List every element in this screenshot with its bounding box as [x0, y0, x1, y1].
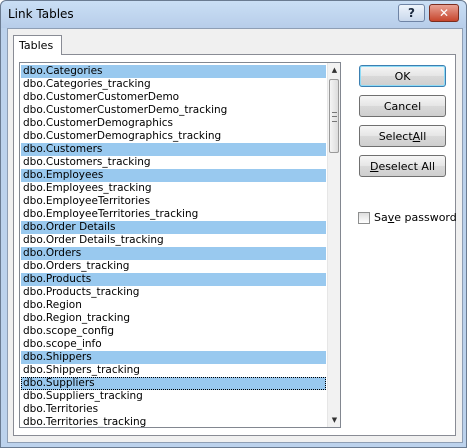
list-item[interactable]: dbo.Orders_tracking [21, 260, 326, 273]
list-item[interactable]: dbo.CustomerCustomerDemo_tracking [21, 104, 326, 117]
grip-icon [332, 112, 337, 122]
select-all-label-pre: Select [378, 129, 413, 143]
list-item[interactable]: dbo.scope_config [21, 325, 326, 338]
list-item[interactable]: dbo.Products [21, 273, 326, 286]
list-item[interactable]: dbo.Customers_tracking [21, 156, 326, 169]
save-password-checkbox[interactable] [358, 211, 370, 224]
list-item[interactable]: dbo.Suppliers [21, 377, 326, 390]
ok-button[interactable]: OK [359, 65, 446, 87]
close-button[interactable]: ✕ [429, 4, 459, 22]
scroll-thumb[interactable] [329, 79, 339, 153]
title-bar[interactable]: Link Tables ? ✕ [1, 1, 466, 28]
list-item[interactable]: dbo.CustomerDemographics_tracking [21, 130, 326, 143]
save-password-label-pre: Sa [374, 211, 388, 224]
list-item[interactable]: dbo.EmployeeTerritories_tracking [21, 208, 326, 221]
dialog-body: Tables dbo.Categories dbo.Categories_trac… [7, 28, 463, 443]
list-item[interactable]: dbo.CustomerCustomerDemo [21, 91, 326, 104]
list-item[interactable]: dbo.Categories [21, 65, 326, 78]
list-item[interactable]: dbo.Employees_tracking [21, 182, 326, 195]
list-item[interactable]: dbo.scope_info [21, 338, 326, 351]
save-password-label-post: e password [394, 211, 457, 224]
list-item[interactable]: dbo.Order Details_tracking [21, 234, 326, 247]
link-tables-dialog: Link Tables ? ✕ Tables dbo.Categories dbo… [0, 0, 467, 448]
list-item[interactable]: dbo.Customers [21, 143, 326, 156]
list-item[interactable]: dbo.Categories_tracking [21, 78, 326, 91]
deselect-all-button[interactable]: Deselect All [359, 155, 446, 177]
list-item[interactable]: dbo.Suppliers_tracking [21, 390, 326, 403]
select-all-button[interactable]: Select All [359, 125, 446, 147]
select-all-accel-key: A [412, 129, 421, 143]
window-title: Link Tables [8, 7, 74, 21]
list-item[interactable]: dbo.Shippers_tracking [21, 364, 326, 377]
list-item[interactable]: dbo.Territories [21, 403, 326, 416]
list-item[interactable]: dbo.CustomerDemographics [21, 117, 326, 130]
deselect-all-label-post: eselect All [378, 159, 436, 173]
list-item[interactable]: dbo.Shippers [21, 351, 326, 364]
cancel-button[interactable]: Cancel [359, 95, 446, 117]
list-item[interactable]: dbo.Employees [21, 169, 326, 182]
save-password-label[interactable]: Save password [374, 211, 457, 224]
list-item[interactable]: dbo.Products_tracking [21, 286, 326, 299]
list-item[interactable]: dbo.Order Details [21, 221, 326, 234]
save-password-row: Save password [358, 211, 457, 224]
select-all-label-post: ll [420, 129, 427, 143]
tables-list: dbo.Categories dbo.Categories_tracking dbo… [21, 65, 326, 427]
scroll-down-icon[interactable]: ▼ [328, 413, 340, 427]
tables-listbox[interactable]: dbo.Categories dbo.Categories_tracking dbo… [19, 62, 341, 428]
vertical-scrollbar[interactable]: ▲ ▼ [327, 63, 340, 427]
list-item[interactable]: dbo.Orders [21, 247, 326, 260]
list-item[interactable]: dbo.Territories_tracking [21, 416, 326, 427]
scroll-up-icon[interactable]: ▲ [328, 63, 340, 77]
tab-tables[interactable]: Tables [13, 35, 62, 55]
deselect-all-accel-key: D [369, 159, 379, 173]
list-item[interactable]: dbo.Region_tracking [21, 312, 326, 325]
help-button[interactable]: ? [398, 4, 425, 22]
list-item[interactable]: dbo.Region [21, 299, 326, 312]
list-item[interactable]: dbo.EmployeeTerritories [21, 195, 326, 208]
